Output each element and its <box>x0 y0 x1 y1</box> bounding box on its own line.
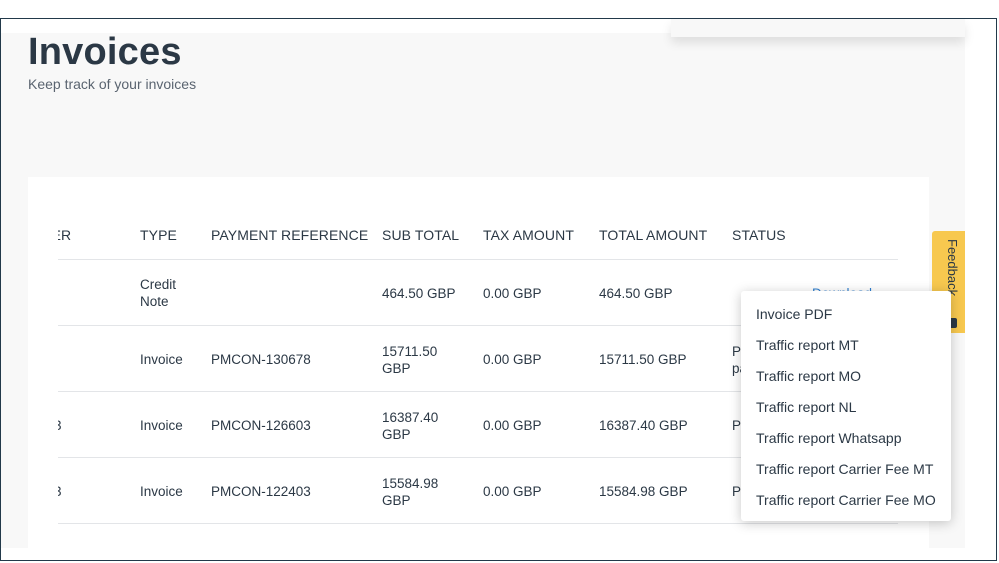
top-bar-shadow <box>671 19 965 37</box>
cell-sub-total: 16387.40 GBP <box>382 409 452 443</box>
cell-sub-total-line: GBP <box>382 427 411 442</box>
menu-item-traffic-report-carrier-fee-mo[interactable]: Traffic report Carrier Fee MO <box>756 492 936 508</box>
cell-sub-total-line: 16387.40 <box>382 410 439 425</box>
menu-item-traffic-report-nl[interactable]: Traffic report NL <box>756 399 856 415</box>
cell-sub-total: 464.50 GBP <box>382 286 456 301</box>
cell-sub-total-line: 15711.50 <box>382 344 438 359</box>
cell-number: - <box>58 351 59 368</box>
column-header-number[interactable]: NUMBER <box>58 227 71 243</box>
column-header-tax-amount[interactable]: TAX AMOUNT <box>483 227 574 243</box>
cell-type: Invoice <box>140 484 183 499</box>
cell-tax-amount: 0.00 GBP <box>483 286 542 301</box>
menu-item-traffic-report-carrier-fee-mt[interactable]: Traffic report Carrier Fee MT <box>756 461 933 477</box>
cell-payment-reference: PMCON-122403 <box>211 484 311 499</box>
menu-item-invoice-pdf[interactable]: Invoice PDF <box>756 306 832 322</box>
header-divider <box>58 259 898 260</box>
cell-total-amount: 16387.40 GBP <box>599 418 688 433</box>
download-dropdown-menu: Invoice PDF Traffic report MT Traffic re… <box>741 291 951 521</box>
cell-sub-total-line: GBP <box>382 361 411 376</box>
page-title: Invoices <box>28 31 182 73</box>
page-subtitle: Keep track of your invoices <box>28 76 197 92</box>
cell-type: Credit Note <box>140 276 176 310</box>
cell-sub-total: 15584.98 GBP <box>382 475 452 509</box>
cell-payment-reference: PMCON-130678 <box>211 352 311 367</box>
cell-type-line: Credit <box>140 277 177 292</box>
cell-type: Invoice <box>140 352 183 367</box>
cell-tax-amount: 0.00 GBP <box>483 352 542 367</box>
cell-number: 3 <box>58 483 62 500</box>
cell-total-amount: 15711.50 GBP <box>599 352 687 367</box>
row-divider <box>58 523 898 524</box>
cell-type-line: Note <box>140 294 169 309</box>
cell-total-amount: 15584.98 GBP <box>599 484 688 499</box>
cell-sub-total: 15711.50 GBP <box>382 343 452 377</box>
cell-payment-reference: PMCON-126603 <box>211 418 311 433</box>
menu-item-traffic-report-mt[interactable]: Traffic report MT <box>756 337 859 353</box>
column-header-payment-reference[interactable]: PAYMENT REFERENCE <box>211 227 368 243</box>
cell-tax-amount: 0.00 GBP <box>483 418 542 433</box>
cell-sub-total-line: GBP <box>382 493 411 508</box>
column-header-sub-total[interactable]: SUB TOTAL <box>382 227 459 243</box>
app-frame: Invoices Keep track of your invoices NUM… <box>0 18 997 561</box>
menu-item-traffic-report-whatsapp[interactable]: Traffic report Whatsapp <box>756 430 902 446</box>
cell-sub-total-line: 15584.98 <box>382 476 439 491</box>
column-header-status[interactable]: STATUS <box>732 227 786 243</box>
cell-tax-amount: 0.00 GBP <box>483 484 542 499</box>
menu-item-traffic-report-mo[interactable]: Traffic report MO <box>756 368 861 384</box>
cell-total-amount: 464.50 GBP <box>599 286 673 301</box>
column-header-type[interactable]: TYPE <box>140 227 177 243</box>
cell-type: Invoice <box>140 418 183 433</box>
column-header-total-amount[interactable]: TOTAL AMOUNT <box>599 227 707 243</box>
cell-number: 3 <box>58 417 62 434</box>
